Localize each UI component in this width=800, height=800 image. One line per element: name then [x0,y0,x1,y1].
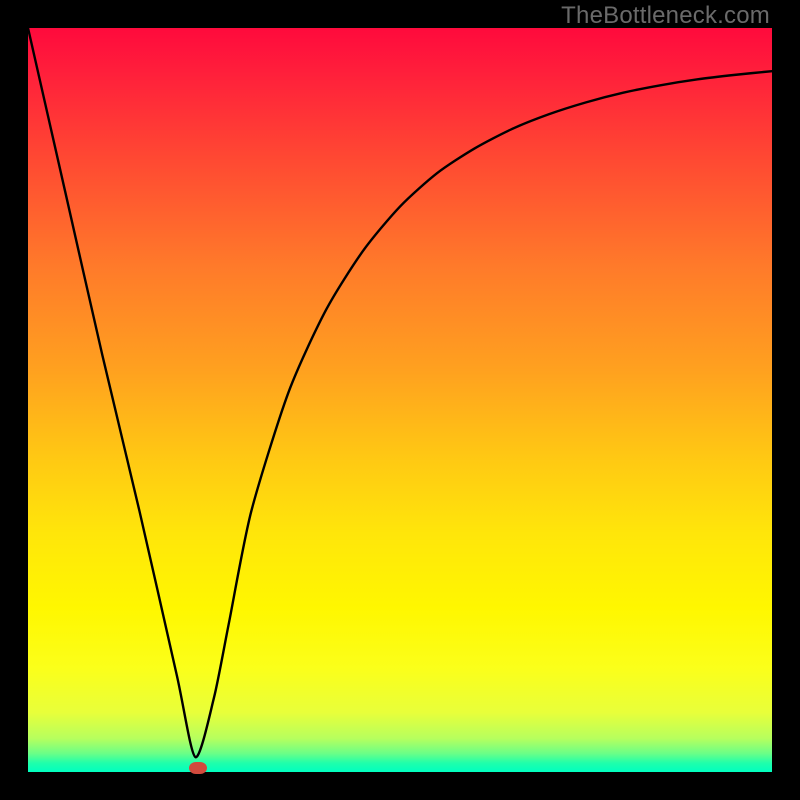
watermark-text: TheBottleneck.com [561,2,770,30]
chart-frame: TheBottleneck.com [0,0,800,800]
bottleneck-curve [28,28,772,772]
plot-area [28,28,772,772]
minimum-marker [189,762,207,774]
